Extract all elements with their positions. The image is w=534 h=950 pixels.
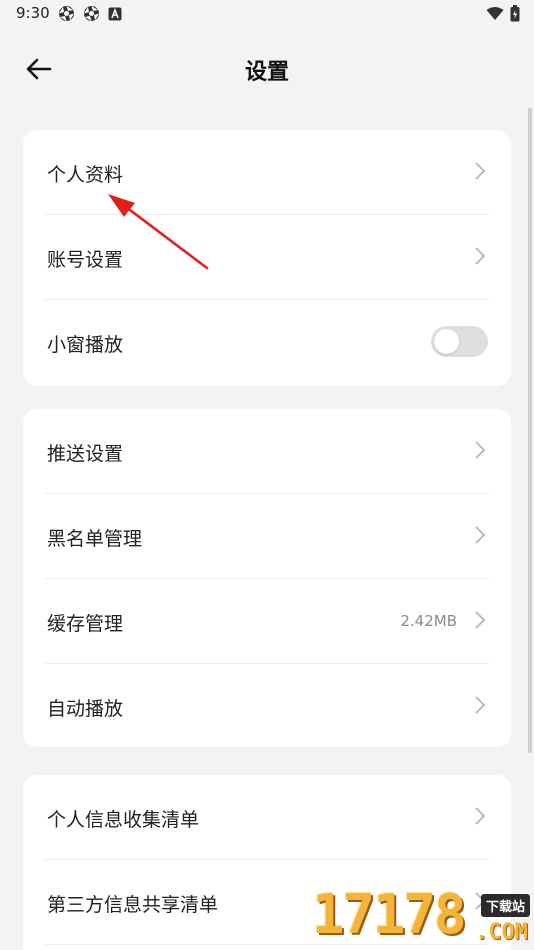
mini-window-toggle[interactable] — [431, 326, 488, 357]
settings-item-cache[interactable]: 缓存管理 2.42MB — [23, 579, 511, 664]
page-title: 设置 — [244, 60, 289, 85]
settings-item-label: 自动播放 — [47, 698, 124, 720]
chevron-right-icon — [475, 162, 486, 180]
settings-item-blacklist[interactable]: 黑名单管理 — [23, 494, 511, 579]
settings-item-label: 第三方信息共享清单 — [47, 894, 219, 916]
watermark-tag: 下载站 — [480, 894, 530, 917]
settings-group-general: 推送设置 黑名单管理 缓存管理 2.42MB 自动播放 — [23, 409, 511, 747]
settings-item-label: 账号设置 — [47, 249, 124, 271]
cache-size-value: 2.42MB — [400, 612, 457, 630]
a-box-icon — [108, 7, 122, 21]
settings-item-push[interactable]: 推送设置 — [23, 409, 511, 494]
settings-item-label: 缓存管理 — [47, 613, 124, 635]
chevron-right-icon — [475, 441, 486, 459]
scrollbar[interactable] — [528, 108, 532, 753]
settings-item-profile[interactable]: 个人资料 — [23, 130, 511, 215]
watermark-digits: 17178 — [312, 883, 467, 946]
chevron-right-icon — [475, 526, 486, 544]
settings-item-autoplay[interactable]: 自动播放 — [23, 664, 511, 747]
app-notification-icon — [58, 5, 75, 22]
settings-item-label: 个人资料 — [47, 164, 124, 186]
watermark-logo: 17178 下载站 .COM — [312, 880, 534, 950]
status-bar: 9:30 — [0, 0, 534, 28]
chevron-right-icon — [475, 807, 486, 825]
toggle-knob — [434, 329, 459, 354]
system-icons — [486, 5, 520, 26]
top-app-bar: 设置 — [0, 40, 534, 96]
notification-icons — [58, 5, 122, 22]
watermark-domain: .COM — [475, 920, 528, 945]
settings-item-mini-window: 小窗播放 — [23, 300, 511, 385]
settings-item-label: 个人信息收集清单 — [47, 809, 200, 831]
chevron-right-icon — [475, 696, 486, 714]
settings-item-label: 推送设置 — [47, 443, 124, 465]
chevron-right-icon — [475, 611, 486, 629]
status-time: 9:30 — [16, 4, 50, 22]
settings-item-label: 小窗播放 — [47, 334, 124, 356]
settings-group-account: 个人资料 账号设置 小窗播放 — [23, 130, 511, 386]
app-notification-icon — [83, 5, 100, 22]
wifi-icon — [486, 6, 504, 25]
battery-icon — [510, 5, 520, 26]
chevron-right-icon — [475, 247, 486, 265]
settings-item-label: 黑名单管理 — [47, 528, 143, 550]
settings-item-personal-info-list[interactable]: 个人信息收集清单 — [23, 775, 511, 860]
settings-item-account[interactable]: 账号设置 — [23, 215, 511, 300]
settings-screen: 9:30 设置 个人资料 账号设置 小窗播放 推送设置 黑名单管理 缓存管理 2… — [0, 0, 534, 950]
